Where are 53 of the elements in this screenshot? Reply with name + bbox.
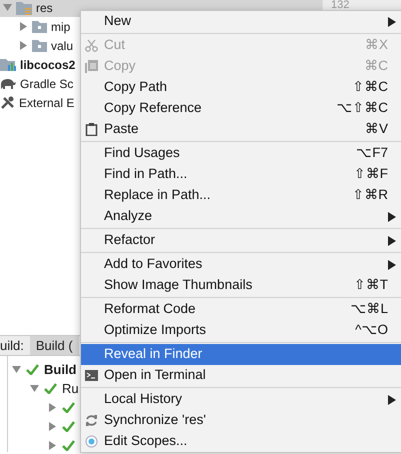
menu-item[interactable]: Open in Terminal xyxy=(81,365,401,386)
menu-item[interactable]: Paste ⌘V xyxy=(81,119,401,140)
tree-item-label[interactable]: res xyxy=(36,0,53,16)
folder-icon xyxy=(16,0,32,16)
menu-item[interactable]: Find in Path... ⇧⌘F xyxy=(81,164,401,185)
menu-item[interactable]: Synchronize 'res' xyxy=(81,410,401,431)
build-step-label: Build xyxy=(44,360,76,379)
expand-arrow-icon[interactable] xyxy=(48,441,57,450)
menu-item[interactable]: Edit Scopes... xyxy=(81,431,401,452)
menu-item[interactable]: Replace in Path... ⇧⌘R xyxy=(81,185,401,206)
tree-item-label[interactable]: Gradle Sc xyxy=(20,74,74,92)
menu-item[interactable]: Reveal in Finder xyxy=(81,344,401,365)
elephant-icon xyxy=(0,76,16,91)
panel-title: uild: xyxy=(0,337,25,355)
tree-item-label[interactable]: External E xyxy=(19,94,74,112)
collapse-arrow-icon[interactable] xyxy=(3,3,12,12)
menu-item[interactable]: Local History xyxy=(81,389,401,410)
line-number: 132 xyxy=(331,0,350,11)
menu-item[interactable]: Copy Path ⇧⌘C xyxy=(81,77,401,98)
folder-icon xyxy=(32,19,47,34)
sync-icon xyxy=(85,414,98,427)
check-icon xyxy=(44,383,57,394)
check-icon xyxy=(62,402,75,413)
menu-item[interactable]: Reformat Code ⌥⌘L xyxy=(81,299,401,320)
menu-item[interactable]: Show Image Thumbnails ⇧⌘T xyxy=(81,275,401,296)
menu-item[interactable]: Analyze xyxy=(81,206,401,227)
menu-item[interactable]: Copy Reference ⌥⇧⌘C xyxy=(81,98,401,119)
menu-item[interactable]: Find Usages ⌥F7 xyxy=(81,143,401,164)
copy-icon xyxy=(85,60,98,73)
menu-item[interactable]: Add to Favorites xyxy=(81,254,401,275)
folder-icon xyxy=(32,38,47,53)
expand-arrow-icon[interactable] xyxy=(48,422,57,431)
panel-tab[interactable]: Build ( xyxy=(30,336,79,355)
tree-item-label[interactable]: valu xyxy=(51,36,74,54)
scope-icon xyxy=(85,435,98,448)
module-icon xyxy=(0,57,16,72)
build-step-label: Ru xyxy=(62,380,79,398)
terminal-icon xyxy=(85,369,98,382)
expand-arrow-icon[interactable] xyxy=(19,22,28,31)
menu-item[interactable]: Refactor xyxy=(81,230,401,251)
menu-item[interactable]: Optimize Imports ^⌥O xyxy=(81,320,401,341)
tree-item-label[interactable]: mip xyxy=(51,18,70,36)
collapse-arrow-icon[interactable] xyxy=(12,365,21,374)
check-icon xyxy=(26,364,39,375)
expand-arrow-icon[interactable] xyxy=(19,41,28,50)
tree-item-label[interactable]: libcocos2 xyxy=(20,56,76,74)
tools-icon xyxy=(0,95,15,110)
clipboard-icon xyxy=(85,123,98,136)
scissors-icon xyxy=(85,39,98,52)
collapse-arrow-icon[interactable] xyxy=(30,384,39,393)
check-icon xyxy=(62,440,75,451)
check-icon xyxy=(62,421,75,432)
expand-arrow-icon[interactable] xyxy=(48,403,57,412)
